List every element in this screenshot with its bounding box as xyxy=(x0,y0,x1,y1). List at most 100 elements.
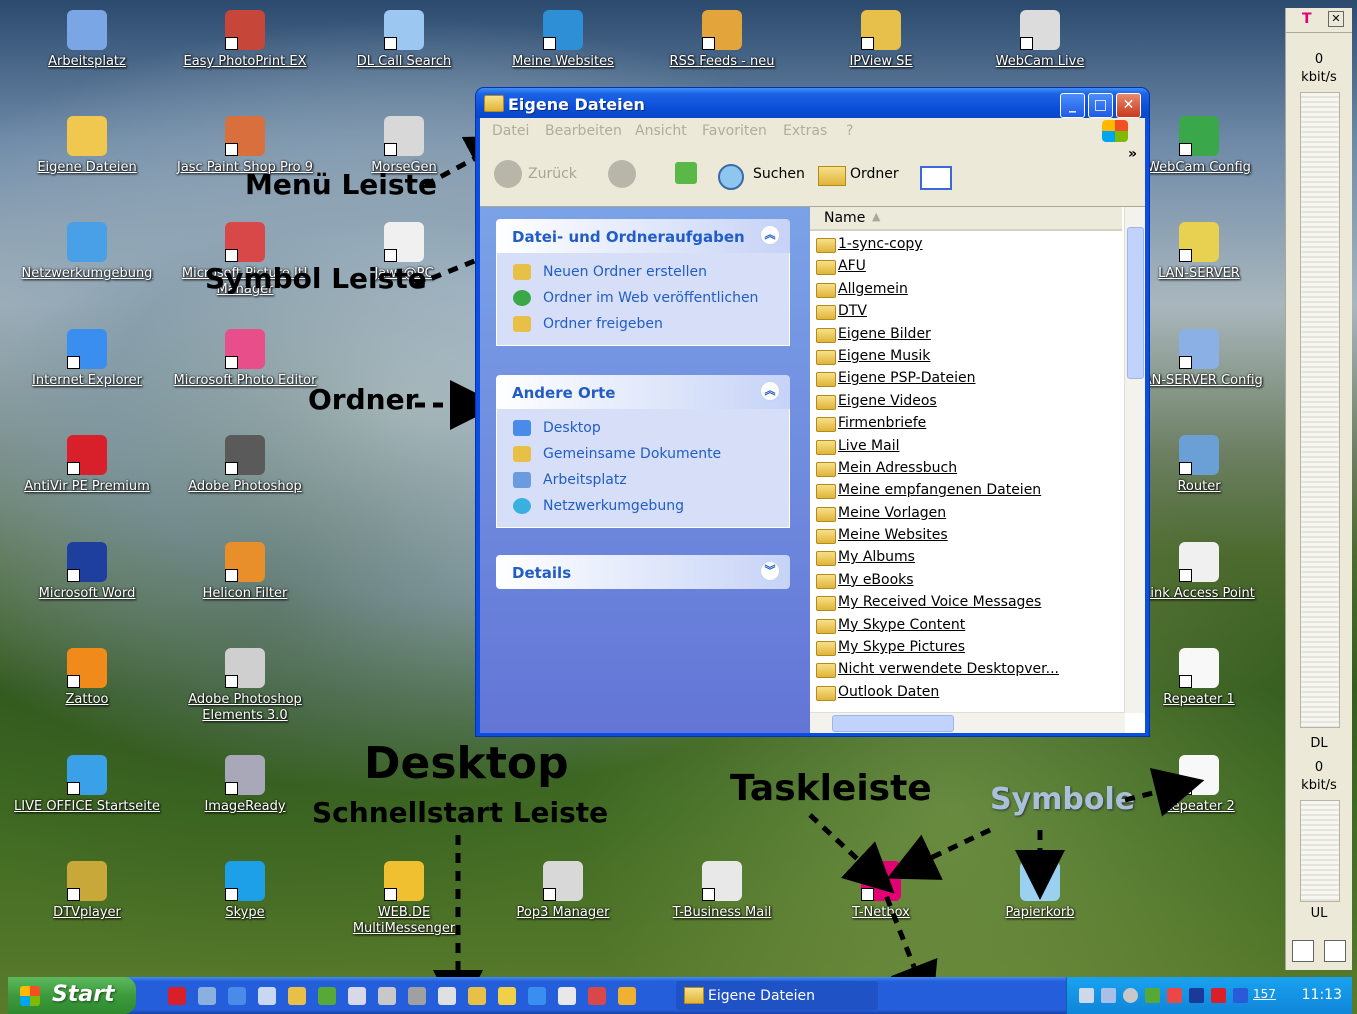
list-item[interactable]: My eBooks xyxy=(814,569,1114,591)
list-item[interactable]: AFU xyxy=(814,255,1114,277)
floppy-icon[interactable] xyxy=(348,987,366,1005)
document-icon[interactable] xyxy=(258,987,276,1005)
scrollbar-thumb[interactable] xyxy=(1127,227,1144,379)
desktop-icon-web-de-multimessenger[interactable]: WEB.DE MultiMessenger xyxy=(329,861,479,937)
network-tray-icon[interactable] xyxy=(1079,988,1094,1003)
list-item[interactable]: Allgemein xyxy=(814,278,1114,300)
fire-icon[interactable] xyxy=(588,987,606,1005)
up-folder-icon[interactable] xyxy=(675,162,697,184)
menu-extras[interactable]: Extras xyxy=(783,123,827,139)
upload-icon[interactable] xyxy=(438,987,456,1005)
mail-icon[interactable] xyxy=(558,987,576,1005)
close-icon[interactable]: ✕ xyxy=(1328,11,1344,27)
desktop-icon-skype[interactable]: Skype xyxy=(170,861,320,921)
security-tray-icon[interactable] xyxy=(1145,988,1160,1003)
ie-icon[interactable] xyxy=(528,987,546,1005)
horizontal-scrollbar[interactable] xyxy=(810,712,1125,733)
list-item[interactable]: 1-sync-copy xyxy=(814,233,1114,255)
desktop-icon-netzwerkumgebung[interactable]: Netzwerkumgebung xyxy=(12,222,162,282)
task-share-folder[interactable]: Ordner freigeben xyxy=(497,311,789,337)
desktop-icon-morsegen[interactable]: MorseGen xyxy=(329,116,479,176)
list-item[interactable]: Firmenbriefe xyxy=(814,412,1114,434)
list-item[interactable]: Meine Websites xyxy=(814,524,1114,546)
menu-ansicht[interactable]: Ansicht xyxy=(635,123,687,139)
desktop-icon-helicon-filter[interactable]: Helicon Filter xyxy=(170,542,320,602)
desktop-icon-t-business-mail[interactable]: T-Business Mail xyxy=(647,861,797,921)
desktop-icon-dtvplayer[interactable]: DTVplayer xyxy=(12,861,162,921)
list-item[interactable]: My Received Voice Messages xyxy=(814,591,1114,613)
details-panel-header[interactable]: Details ︾ xyxy=(496,555,790,589)
forward-arrow-icon[interactable] xyxy=(608,160,636,188)
list-item[interactable]: My Skype Content xyxy=(814,614,1114,636)
window-titlebar[interactable]: Eigene Dateien _ □ ✕ xyxy=(476,88,1149,118)
maximize-button[interactable]: □ xyxy=(1088,93,1113,118)
antivirus-tray-icon[interactable] xyxy=(1167,988,1182,1003)
desktop-icon-meine-websites[interactable]: Meine Websites xyxy=(488,10,638,70)
scrollbar-thumb[interactable] xyxy=(832,715,954,732)
desktop-icon-easy-photoprint-ex[interactable]: Easy PhotoPrint EX xyxy=(170,10,320,70)
list-item[interactable]: My Skype Pictures xyxy=(814,636,1114,658)
tools-icon[interactable] xyxy=(288,987,306,1005)
desktop-icon-papierkorb[interactable]: Papierkorb xyxy=(965,861,1115,921)
folders-icon[interactable] xyxy=(818,166,846,186)
image-icon[interactable] xyxy=(318,987,336,1005)
desktop-icon-pop3-manager[interactable]: Pop3 Manager xyxy=(488,861,638,921)
list-item[interactable]: DTV xyxy=(814,300,1114,322)
back-button[interactable]: Zurück xyxy=(528,166,577,182)
start-button[interactable]: Start xyxy=(8,977,136,1014)
views-icon[interactable] xyxy=(920,166,952,190)
search-button[interactable]: Suchen xyxy=(753,166,805,182)
window-mode-icon[interactable] xyxy=(1292,940,1314,962)
taskbar-item-eigene-dateien[interactable]: Eigene Dateien xyxy=(676,981,878,1010)
desktop-icon-adobe-photoshop[interactable]: Adobe Photoshop xyxy=(170,435,320,495)
switch-icon[interactable] xyxy=(198,987,216,1005)
notes-icon[interactable] xyxy=(498,987,516,1005)
desktop-icon-rss-feeds-neu[interactable]: RSS Feeds - neu xyxy=(647,10,797,70)
desktop-icon-zattoo[interactable]: Zattoo xyxy=(12,648,162,708)
desktop-icon-microsoft-word[interactable]: Microsoft Word xyxy=(12,542,162,602)
tray-badge[interactable]: 157 xyxy=(1253,987,1276,1001)
desktop-icon-t-netbox[interactable]: T-Netbox xyxy=(806,861,956,921)
list-item[interactable]: Meine empfangenen Dateien xyxy=(814,479,1114,501)
desktop-icon-live-office-startseite[interactable]: LIVE OFFICE Startseite xyxy=(12,755,162,815)
download-icon[interactable] xyxy=(408,987,426,1005)
column-header-name[interactable]: Name ▲ xyxy=(810,207,1122,231)
list-item[interactable]: Eigene PSP-Dateien xyxy=(814,367,1114,389)
minimize-button[interactable]: _ xyxy=(1060,93,1085,118)
plane-icon[interactable] xyxy=(378,987,396,1005)
meter-titlebar[interactable]: T ✕ xyxy=(1286,8,1352,33)
menu-bearbeiten[interactable]: Bearbeiten xyxy=(545,123,622,139)
list-item[interactable]: Meine Vorlagen xyxy=(814,502,1114,524)
speaker-tray-icon[interactable] xyxy=(1123,988,1138,1003)
folder-icon[interactable] xyxy=(468,987,486,1005)
chevron-down-icon[interactable]: ︾ xyxy=(760,561,780,581)
monitor-tray-icon[interactable] xyxy=(1233,988,1248,1003)
place-shared-documents[interactable]: Gemeinsame Dokumente xyxy=(497,441,789,467)
desktop-icon-adobe-photoshop-elements-3-0[interactable]: Adobe Photoshop Elements 3.0 xyxy=(170,648,320,724)
list-item[interactable]: Nicht verwendete Desktopver... xyxy=(814,658,1114,680)
search-icon[interactable] xyxy=(718,164,744,190)
toolbar-overflow-button[interactable]: » xyxy=(1128,146,1137,162)
back-arrow-icon[interactable] xyxy=(494,160,522,188)
places-panel-header[interactable]: Andere Orte ︽ xyxy=(496,375,790,409)
list-item[interactable]: Eigene Videos xyxy=(814,390,1114,412)
messenger-icon[interactable] xyxy=(618,987,636,1005)
list-item[interactable]: Mein Adressbuch xyxy=(814,457,1114,479)
place-desktop[interactable]: Desktop xyxy=(497,415,789,441)
desktop-icon-dl-call-search[interactable]: DL Call Search xyxy=(329,10,479,70)
desktop-icon-ipview-se[interactable]: IPView SE xyxy=(806,10,956,70)
settings-icon[interactable] xyxy=(228,987,246,1005)
list-item[interactable]: Live Mail xyxy=(814,435,1114,457)
menu-favoriten[interactable]: Favoriten xyxy=(702,123,767,139)
monitor-icon[interactable] xyxy=(1324,940,1346,962)
desktop-icon-internet-explorer[interactable]: Internet Explorer xyxy=(12,329,162,389)
desktop-icon-jasc-paint-shop-pro-9[interactable]: Jasc Paint Shop Pro 9 xyxy=(170,116,320,176)
vertical-scrollbar[interactable] xyxy=(1124,207,1145,713)
chevron-up-icon[interactable]: ︽ xyxy=(760,225,780,245)
clock[interactable]: 11:13 xyxy=(1302,987,1342,1003)
usb-icon[interactable] xyxy=(168,987,186,1005)
task-publish-web[interactable]: Ordner im Web veröffentlichen xyxy=(497,285,789,311)
list-item[interactable]: Eigene Musik xyxy=(814,345,1114,367)
list-item[interactable]: My Albums xyxy=(814,546,1114,568)
chevron-up-icon[interactable]: ︽ xyxy=(760,381,780,401)
